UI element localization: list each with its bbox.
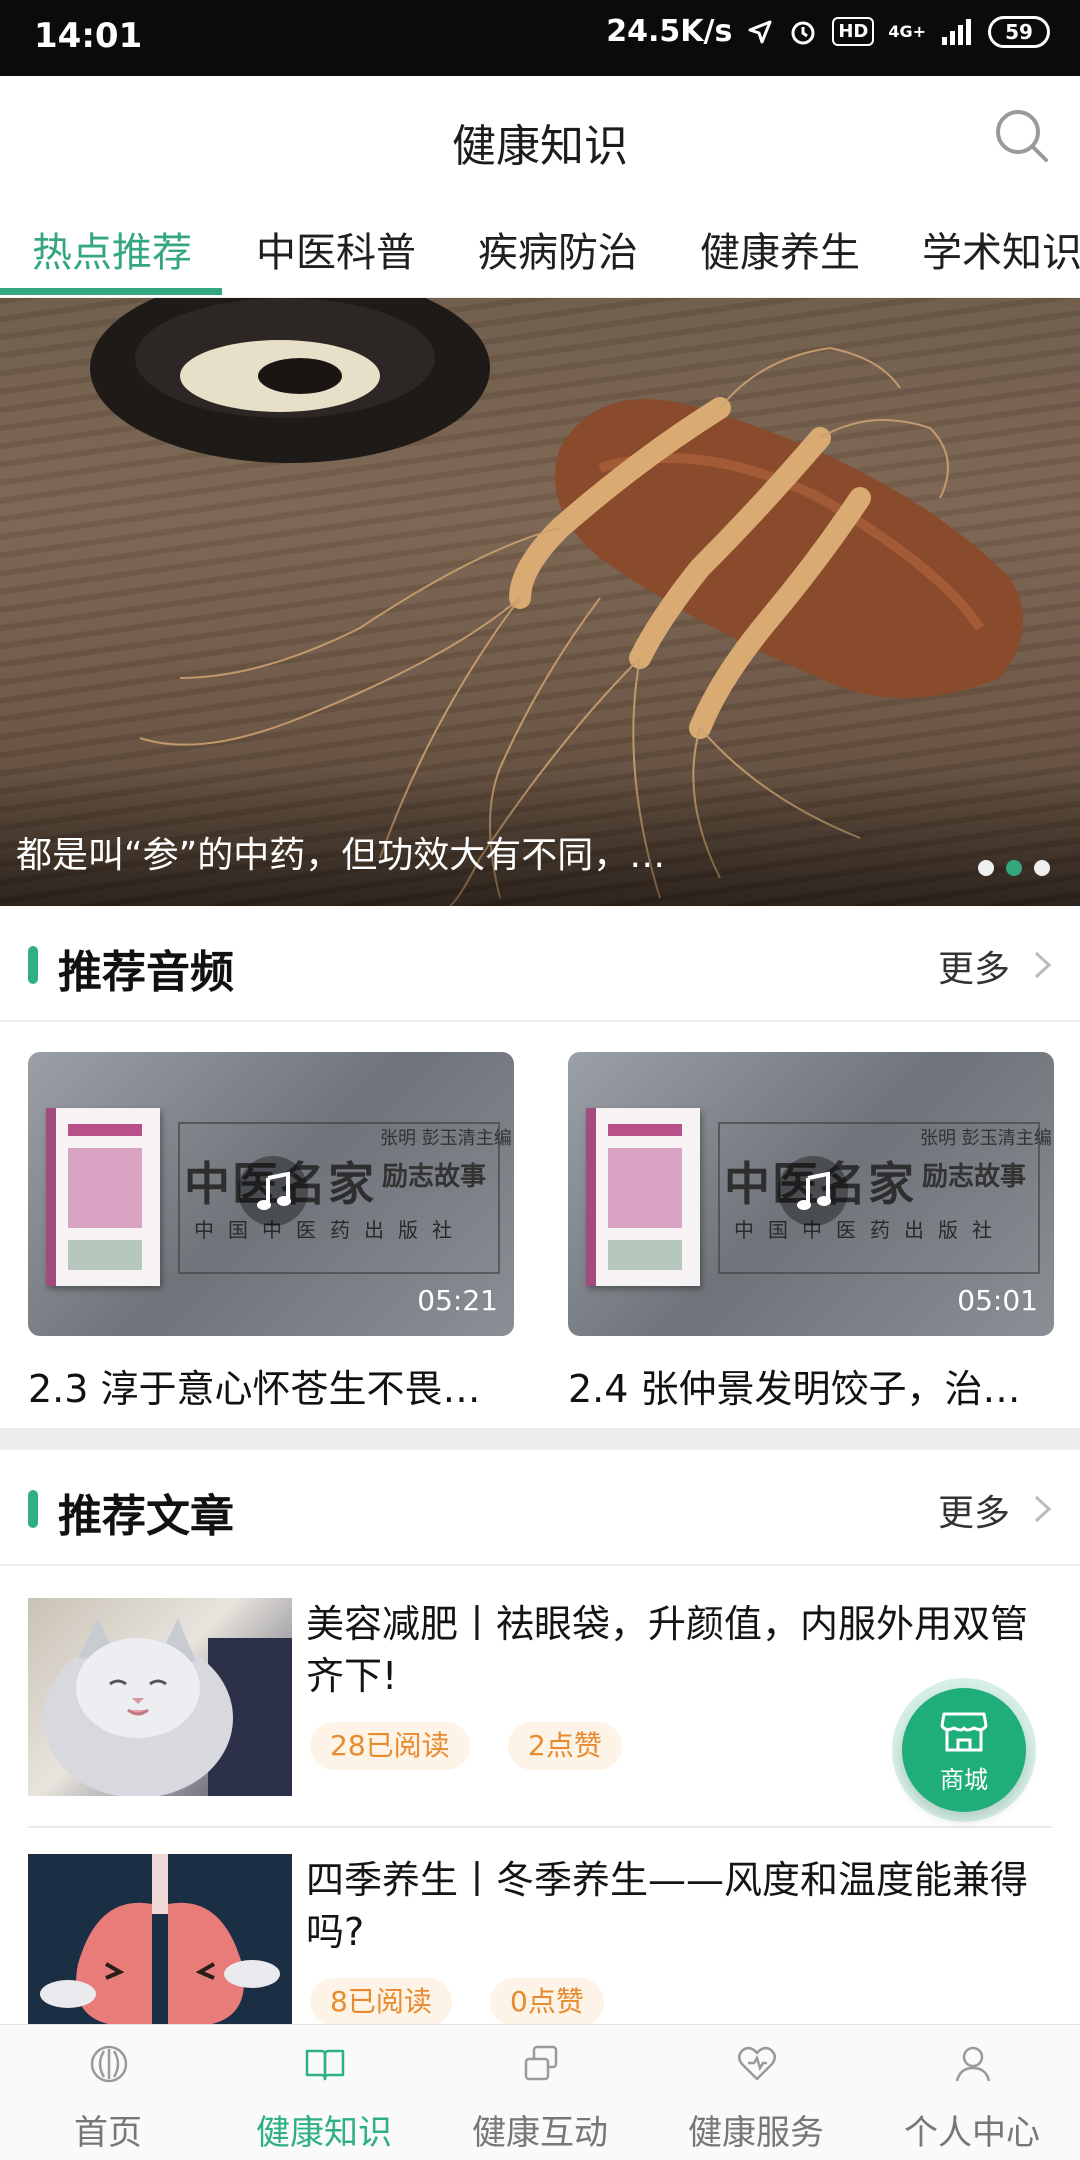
audio-duration: 05:01 <box>957 1284 1038 1317</box>
user-icon <box>955 2046 991 2082</box>
tab-academic[interactable]: 学术知识 <box>922 220 1080 278</box>
page-title: 健康知识 <box>452 121 628 172</box>
music-note-icon <box>257 1171 291 1210</box>
home-icon <box>90 2045 128 2083</box>
category-tabs: 热点推荐 中医科普 疾病防治 健康养生 学术知识 <box>0 206 1080 298</box>
music-note-icon <box>797 1171 831 1210</box>
shop-icon <box>940 1712 988 1752</box>
list-divider <box>28 1826 1052 1828</box>
section-divider-band <box>0 1428 1080 1450</box>
book-cover-image <box>586 1108 700 1286</box>
article-more-link[interactable]: 更多 <box>938 1484 1010 1536</box>
bottom-navigation: 首页 健康知识 健康互动 健康服务 个人中心 <box>0 2024 1080 2160</box>
alarm-icon <box>791 21 815 44</box>
location-icon <box>748 20 772 43</box>
tab-indicator <box>0 288 222 295</box>
cover-subtitle: 励志故事 <box>922 1162 1027 1192</box>
audio-duration: 05:21 <box>417 1284 498 1317</box>
service-heart-icon <box>738 2046 776 2081</box>
banner-carousel[interactable]: 都是叫“参”的中药，但功效大有不同，… <box>0 298 1080 906</box>
status-indicators: 24.5K/s HD 4G+ 59 <box>606 14 1050 49</box>
app-header: 健康知识 <box>0 76 1080 206</box>
article-section-header: 推荐文章 更多 <box>0 1450 1080 1566</box>
tab-tcm-science[interactable]: 中医科普 <box>256 220 416 278</box>
article-thumbnail-cat[interactable] <box>28 1598 292 1796</box>
interaction-icon <box>524 2045 558 2081</box>
tab-health-wellness[interactable]: 健康养生 <box>700 220 860 278</box>
like-count-badge: 0点赞 <box>490 1978 604 2026</box>
book-icon <box>305 2049 345 2081</box>
nav-health-service[interactable]: 健康服务 <box>648 2025 864 2160</box>
tab-disease-prevention[interactable]: 疾病防治 <box>478 220 638 278</box>
battery-indicator: 59 <box>988 15 1050 48</box>
read-count-badge: 8已阅读 <box>310 1978 452 2026</box>
signal-icon <box>942 18 971 45</box>
audio-card[interactable]: 中医名家 励志故事 张明 彭玉清主编 中国中医药出版社 05:21 <box>28 1052 514 1336</box>
banner-caption: 都是叫“参”的中药，但功效大有不同，… <box>16 835 666 876</box>
carousel-dot[interactable] <box>1034 860 1050 876</box>
section-accent-bar <box>28 1490 38 1528</box>
chevron-right-icon[interactable] <box>1032 1494 1054 1524</box>
nav-health-interaction[interactable]: 健康互动 <box>432 2025 648 2160</box>
like-count-badge: 2点赞 <box>508 1722 622 1770</box>
chevron-right-icon[interactable] <box>1032 950 1054 980</box>
carousel-dot[interactable] <box>978 860 994 876</box>
audio-section-header: 推荐音频 更多 <box>0 906 1080 1022</box>
status-time: 14:01 <box>34 16 143 56</box>
audio-card[interactable]: 中医名家 励志故事 张明 彭玉清主编 中国中医药出版社 05:01 <box>568 1052 1054 1336</box>
audio-more-link[interactable]: 更多 <box>938 940 1010 992</box>
status-bar: 14:01 24.5K/s HD 4G+ 59 <box>0 0 1080 76</box>
shop-floating-button[interactable]: 商城 <box>902 1688 1026 1812</box>
article-title[interactable]: 美容减肥丨祛眼袋，升颜值，内服外用双管齐下! <box>306 1598 1056 1702</box>
carousel-dots <box>978 860 1050 876</box>
nav-health-knowledge[interactable]: 健康知识 <box>216 2025 432 2160</box>
cover-publisher: 中国中医药出版社 <box>194 1218 466 1242</box>
tab-hot[interactable]: 热点推荐 <box>32 220 192 278</box>
shop-label: 商城 <box>940 1766 988 1794</box>
cat-image <box>43 1618 292 1796</box>
battery-level: 59 <box>1005 19 1033 44</box>
cover-editors: 张明 彭玉清主编 <box>920 1128 1052 1149</box>
article-section-title: 推荐文章 <box>58 1491 234 1542</box>
read-count-badge: 28已阅读 <box>310 1722 470 1770</box>
audio-section-title: 推荐音频 <box>58 947 234 998</box>
nav-home-label: 首页 <box>74 2113 142 2153</box>
network-speed: 24.5K/s <box>606 14 733 49</box>
nav-health-service-label: 健康服务 <box>688 2113 824 2153</box>
audio-title[interactable]: 2.4 张仲景发明饺子，治… <box>568 1358 1021 1413</box>
nav-personal-center-label: 个人中心 <box>904 2113 1040 2153</box>
search-icon[interactable] <box>990 104 1054 168</box>
book-cover-image <box>46 1108 160 1286</box>
cover-publisher: 中国中医药出版社 <box>734 1218 1006 1242</box>
nav-personal-center[interactable]: 个人中心 <box>864 2025 1080 2160</box>
carousel-dot-active[interactable] <box>1006 860 1022 876</box>
nav-home[interactable]: 首页 <box>0 2025 216 2160</box>
article-thumbnail-lungs[interactable] <box>28 1854 292 2024</box>
lungs-image <box>40 1854 280 2024</box>
signal-label: 4G+ <box>888 22 926 41</box>
cover-editors: 张明 彭玉清主编 <box>380 1128 512 1149</box>
cover-subtitle: 励志故事 <box>382 1162 487 1192</box>
section-accent-bar <box>28 946 38 984</box>
audio-title[interactable]: 2.3 淳于意心怀苍生不畏… <box>28 1358 481 1413</box>
hd-badge: HD <box>832 17 875 46</box>
article-title[interactable]: 四季养生丨冬季养生——风度和温度能兼得吗? <box>306 1854 1056 1958</box>
nav-health-interaction-label: 健康互动 <box>472 2113 608 2153</box>
nav-health-knowledge-label: 健康知识 <box>256 2113 392 2153</box>
